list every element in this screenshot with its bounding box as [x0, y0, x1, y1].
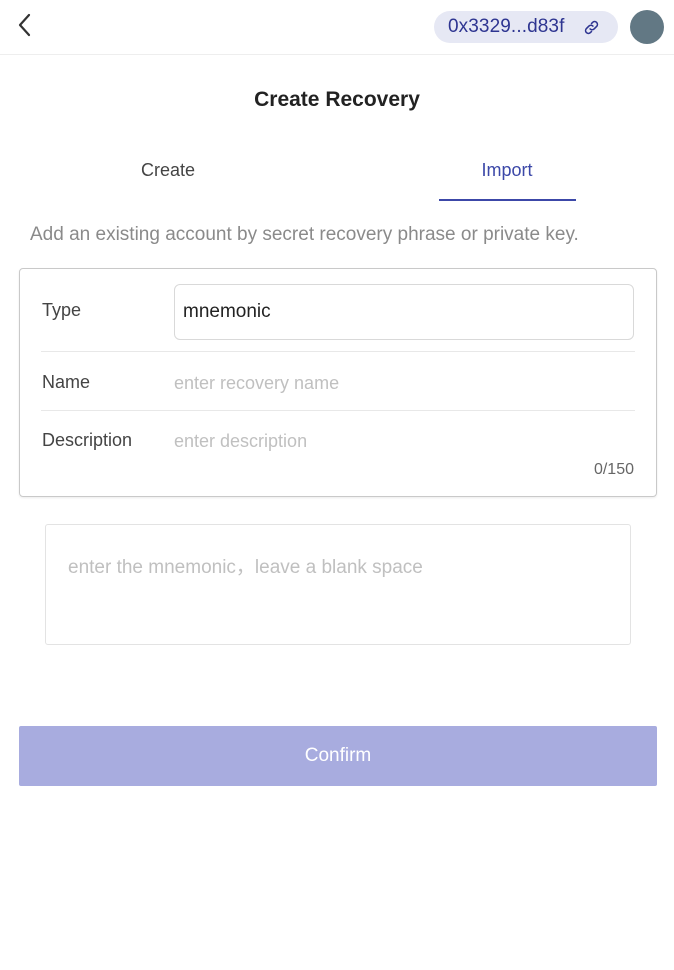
top-bar: 0x3329...d83f: [0, 0, 674, 55]
description-input[interactable]: [174, 427, 634, 455]
account-address-pill[interactable]: 0x3329...d83f: [434, 11, 618, 43]
type-value: mnemonic: [183, 301, 271, 322]
chevron-left-icon: [18, 13, 31, 37]
name-input[interactable]: [174, 369, 634, 397]
description-char-count: 0/150: [593, 461, 634, 478]
type-select[interactable]: mnemonic: [174, 284, 634, 340]
active-tab-indicator: [439, 199, 576, 201]
account-address: 0x3329...d83f: [448, 16, 565, 37]
description-label: Description: [42, 430, 133, 450]
page-title: Create Recovery: [254, 88, 420, 111]
tab-import[interactable]: Import: [439, 160, 575, 181]
confirm-button[interactable]: Confirm: [19, 726, 657, 786]
name-label: Name: [42, 372, 91, 392]
recovery-form: Type mnemonic Name Description 0/150: [19, 268, 657, 497]
link-icon: [584, 20, 599, 35]
type-label: Type: [42, 300, 82, 320]
import-instructions: Add an existing account by secret recove…: [30, 224, 579, 245]
tab-create[interactable]: Create: [100, 160, 236, 181]
avatar[interactable]: [630, 10, 664, 44]
divider: [41, 351, 635, 352]
divider: [41, 410, 635, 411]
back-button[interactable]: [12, 11, 40, 39]
mnemonic-input[interactable]: [45, 524, 631, 645]
